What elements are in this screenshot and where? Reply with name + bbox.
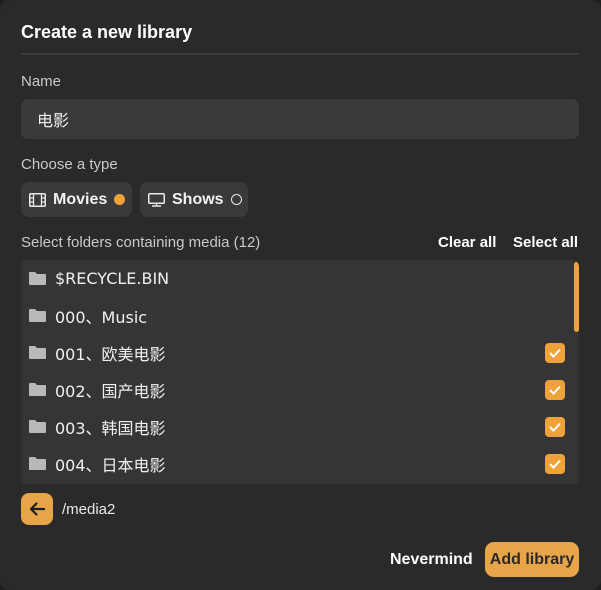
folder-list[interactable]: $RECYCLE.BIN 000、Music 001、欧美电影 002、国产电影… xyxy=(21,260,579,484)
folder-name: 004、日本电影 xyxy=(55,455,166,475)
name-label: Name xyxy=(21,73,62,90)
type-shows-label: Shows xyxy=(172,190,224,208)
film-icon xyxy=(29,192,46,208)
folder-name: $RECYCLE.BIN xyxy=(55,269,170,288)
folders-label: Select folders containing media (12) xyxy=(21,234,261,251)
type-label: Choose a type xyxy=(21,156,118,173)
title-divider xyxy=(21,53,579,55)
folder-row[interactable]: 004、日本电影 xyxy=(21,445,579,482)
library-name-input[interactable] xyxy=(21,99,579,139)
folder-row[interactable]: 003、韩国电影 xyxy=(21,408,579,445)
create-library-dialog: Create a new library Name Choose a type … xyxy=(0,0,601,590)
back-button[interactable] xyxy=(21,493,53,525)
folder-icon xyxy=(29,457,46,470)
radio-unselected-icon xyxy=(230,194,242,205)
folder-name: 000、Music xyxy=(55,307,148,327)
folder-icon xyxy=(29,272,46,285)
folder-checkbox[interactable] xyxy=(545,453,565,474)
folder-icon xyxy=(29,383,46,396)
dialog-title: Create a new library xyxy=(21,22,193,42)
folder-name: 001、欧美电影 xyxy=(55,344,166,364)
arrow-left-icon xyxy=(29,502,45,516)
radio-selected-icon xyxy=(114,194,126,205)
folder-checkbox[interactable] xyxy=(545,379,565,400)
folder-checkbox[interactable] xyxy=(545,416,565,437)
type-option-movies[interactable]: Movies xyxy=(21,182,132,217)
tv-icon xyxy=(148,192,165,208)
clear-all-button[interactable]: Clear all xyxy=(438,234,496,251)
checkmark-icon xyxy=(549,422,561,432)
select-all-button[interactable]: Select all xyxy=(513,234,578,251)
folder-icon xyxy=(29,420,46,433)
current-path: /media2 xyxy=(62,501,116,518)
folder-icon xyxy=(29,346,46,359)
folder-name: 003、韩国电影 xyxy=(55,418,166,438)
folder-row[interactable]: $RECYCLE.BIN xyxy=(21,260,579,297)
type-movies-label: Movies xyxy=(53,190,108,208)
checkmark-icon xyxy=(549,385,561,395)
checkmark-icon xyxy=(549,459,561,469)
folder-name: 002、国产电影 xyxy=(55,381,166,401)
folder-icon xyxy=(29,309,46,322)
type-option-shows[interactable]: Shows xyxy=(140,182,248,217)
folder-row[interactable]: 000、Music xyxy=(21,297,579,334)
folder-row[interactable]: 001、欧美电影 xyxy=(21,334,579,371)
checkmark-icon xyxy=(549,348,561,358)
nevermind-button[interactable]: Nevermind xyxy=(390,551,473,569)
folder-checkbox[interactable] xyxy=(545,342,565,363)
folder-list-scrollbar[interactable] xyxy=(574,262,579,332)
add-library-button[interactable]: Add library xyxy=(485,542,579,577)
folder-row[interactable]: 002、国产电影 xyxy=(21,371,579,408)
